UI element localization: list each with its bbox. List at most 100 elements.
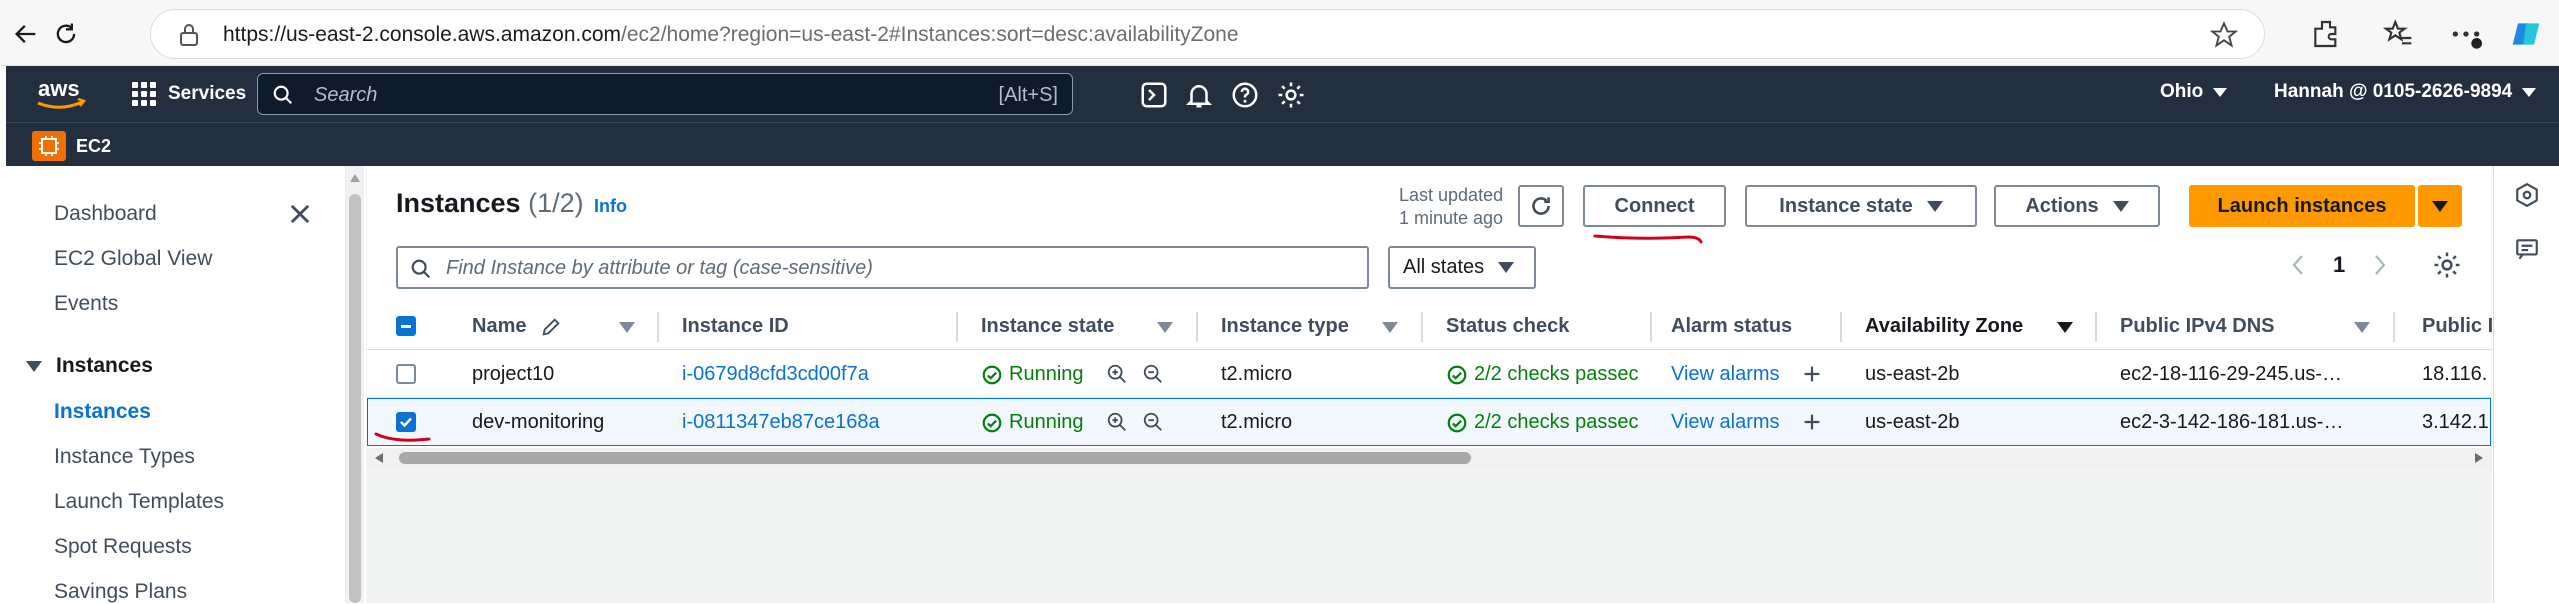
back-button[interactable] bbox=[6, 14, 46, 54]
notifications-icon[interactable] bbox=[1184, 80, 1214, 110]
sidebar-item-ec2-global-view[interactable]: EC2 Global View bbox=[54, 247, 212, 271]
column-separator[interactable] bbox=[1840, 312, 1842, 342]
column-separator[interactable] bbox=[1650, 312, 1652, 342]
column-separator[interactable] bbox=[2393, 312, 2395, 342]
chevron-right-icon[interactable] bbox=[2373, 253, 2387, 277]
services-menu-button[interactable]: Services bbox=[132, 76, 246, 112]
column-header-instance-type[interactable]: Instance type bbox=[1221, 315, 1349, 338]
region-selector[interactable]: Ohio bbox=[2160, 81, 2228, 103]
cell-instance-id[interactable]: i-0811347eb87ce168a bbox=[682, 411, 880, 434]
column-header-status-check[interactable]: Status check bbox=[1446, 315, 1569, 338]
sidebar-item-dashboard[interactable]: Dashboard bbox=[54, 202, 157, 226]
service-bar: EC2 bbox=[6, 122, 2559, 166]
column-header-instance-id[interactable]: Instance ID bbox=[682, 315, 789, 338]
column-header-availability-zone[interactable]: Availability Zone bbox=[1865, 315, 2023, 338]
caret-down-icon bbox=[26, 360, 42, 372]
sidebar-item-savings-plans[interactable]: Savings Plans bbox=[54, 580, 187, 604]
column-header-public-ip[interactable]: Public I bbox=[2422, 315, 2493, 338]
sort-icon[interactable] bbox=[1157, 322, 1173, 333]
search-input[interactable]: Search [Alt+S] bbox=[257, 73, 1073, 115]
plus-icon[interactable] bbox=[1801, 363, 1823, 385]
table-preferences-gear-icon[interactable] bbox=[2432, 250, 2462, 280]
states-filter-select[interactable]: All states bbox=[1388, 246, 1536, 289]
view-alarms-link[interactable]: View alarms bbox=[1671, 363, 1780, 386]
column-header-public-dns[interactable]: Public IPv4 DNS bbox=[2120, 315, 2275, 338]
account-menu[interactable]: Hannah @ 0105-2626-9894 bbox=[2274, 81, 2537, 103]
address-bar[interactable]: https://us-east-2.console.aws.amazon.com… bbox=[150, 9, 2265, 59]
settings-gear-icon[interactable] bbox=[1276, 80, 1306, 110]
column-separator[interactable] bbox=[1421, 312, 1423, 342]
sort-icon[interactable] bbox=[1382, 322, 1398, 333]
cloudshell-icon[interactable] bbox=[1139, 80, 1169, 110]
zoom-out-icon[interactable] bbox=[1142, 411, 1164, 433]
close-icon[interactable] bbox=[286, 200, 314, 228]
info-link[interactable]: Info bbox=[594, 196, 627, 217]
caret-down-icon bbox=[1926, 200, 1943, 212]
ec2-service-icon[interactable] bbox=[32, 131, 66, 161]
reload-icon bbox=[56, 23, 76, 44]
plus-icon[interactable] bbox=[1801, 411, 1823, 433]
sort-icon[interactable] bbox=[2354, 322, 2370, 333]
table-row-selected[interactable]: dev-monitoring i-0811347eb87ce168a Runni… bbox=[367, 398, 2491, 446]
star-icon[interactable] bbox=[2210, 21, 2238, 49]
sidebar-item-instances[interactable]: Instances bbox=[54, 400, 151, 424]
row-checkbox-checked[interactable] bbox=[396, 412, 416, 432]
service-name[interactable]: EC2 bbox=[76, 136, 111, 157]
view-alarms-link[interactable]: View alarms bbox=[1671, 411, 1780, 434]
scrollbar-thumb[interactable] bbox=[349, 194, 361, 603]
filter-placeholder: Find Instance by attribute or tag (case-… bbox=[446, 257, 873, 279]
aws-top-nav: aws Services Search [Alt+S] Ohio Hannah … bbox=[6, 66, 2559, 122]
services-label: Services bbox=[168, 83, 247, 104]
extensions-icon[interactable] bbox=[2310, 18, 2342, 50]
sidebar-item-events[interactable]: Events bbox=[54, 292, 118, 316]
column-separator[interactable] bbox=[956, 312, 958, 342]
column-header-alarm-status[interactable]: Alarm status bbox=[1671, 315, 1792, 338]
table-horizontal-scrollbar[interactable] bbox=[367, 448, 2491, 468]
more-options-icon[interactable] bbox=[2450, 18, 2482, 50]
copilot-icon[interactable] bbox=[2510, 18, 2542, 50]
column-header-name[interactable]: Name bbox=[472, 315, 562, 338]
instance-state-dropdown[interactable]: Instance state bbox=[1745, 185, 1977, 227]
zoom-in-icon[interactable] bbox=[1106, 411, 1128, 433]
zoom-in-icon[interactable] bbox=[1106, 363, 1128, 385]
cell-availability-zone: us-east-2b bbox=[1865, 411, 1960, 433]
sidebar-item-launch-templates[interactable]: Launch Templates bbox=[54, 490, 224, 514]
table-row[interactable]: project10 i-0679d8cfd3cd00f7a Running t2… bbox=[367, 350, 2491, 398]
select-all-checkbox[interactable] bbox=[396, 316, 416, 336]
column-separator[interactable] bbox=[657, 312, 659, 342]
sidebar-item-spot-requests[interactable]: Spot Requests bbox=[54, 535, 192, 559]
sort-descending-icon[interactable] bbox=[2057, 322, 2073, 333]
launch-instances-dropdown[interactable] bbox=[2418, 185, 2462, 227]
sidebar-section-instances[interactable]: Instances bbox=[26, 354, 153, 378]
reload-button[interactable] bbox=[46, 14, 86, 54]
last-updated-line2: 1 minute ago bbox=[1399, 208, 1504, 228]
hexagon-info-icon[interactable] bbox=[2514, 182, 2540, 208]
column-header-instance-state[interactable]: Instance state bbox=[981, 315, 1114, 338]
scrollbar-thumb[interactable] bbox=[399, 452, 1471, 464]
page-number[interactable]: 1 bbox=[2333, 252, 2345, 278]
favorites-icon[interactable] bbox=[2382, 18, 2414, 50]
row-checkbox[interactable] bbox=[396, 364, 416, 384]
sidebar-item-instance-types[interactable]: Instance Types bbox=[54, 445, 195, 469]
aws-logo-icon[interactable]: aws bbox=[32, 74, 92, 114]
help-icon[interactable] bbox=[1230, 80, 1260, 110]
cell-instance-state: Running bbox=[981, 363, 1084, 386]
scroll-left-arrow-icon[interactable] bbox=[375, 453, 383, 463]
svg-text:aws: aws bbox=[38, 76, 80, 101]
chevron-left-icon[interactable] bbox=[2291, 253, 2305, 277]
launch-instances-button[interactable]: Launch instances bbox=[2189, 185, 2415, 227]
zoom-out-icon[interactable] bbox=[1142, 363, 1164, 385]
cell-instance-id[interactable]: i-0679d8cfd3cd00f7a bbox=[682, 363, 869, 386]
feedback-icon[interactable] bbox=[2514, 236, 2540, 262]
scroll-up-arrow-icon[interactable] bbox=[350, 174, 360, 182]
instance-filter-input[interactable]: Find Instance by attribute or tag (case-… bbox=[396, 246, 1369, 289]
sidebar-scrollbar[interactable] bbox=[346, 166, 364, 603]
caret-down-icon bbox=[2522, 87, 2537, 97]
column-separator[interactable] bbox=[1196, 312, 1198, 342]
column-separator[interactable] bbox=[2095, 312, 2097, 342]
scroll-right-arrow-icon[interactable] bbox=[2475, 453, 2483, 463]
actions-dropdown[interactable]: Actions bbox=[1994, 185, 2160, 227]
connect-button[interactable]: Connect bbox=[1583, 185, 1726, 227]
sort-icon[interactable] bbox=[619, 322, 635, 333]
refresh-button[interactable] bbox=[1518, 185, 1564, 227]
